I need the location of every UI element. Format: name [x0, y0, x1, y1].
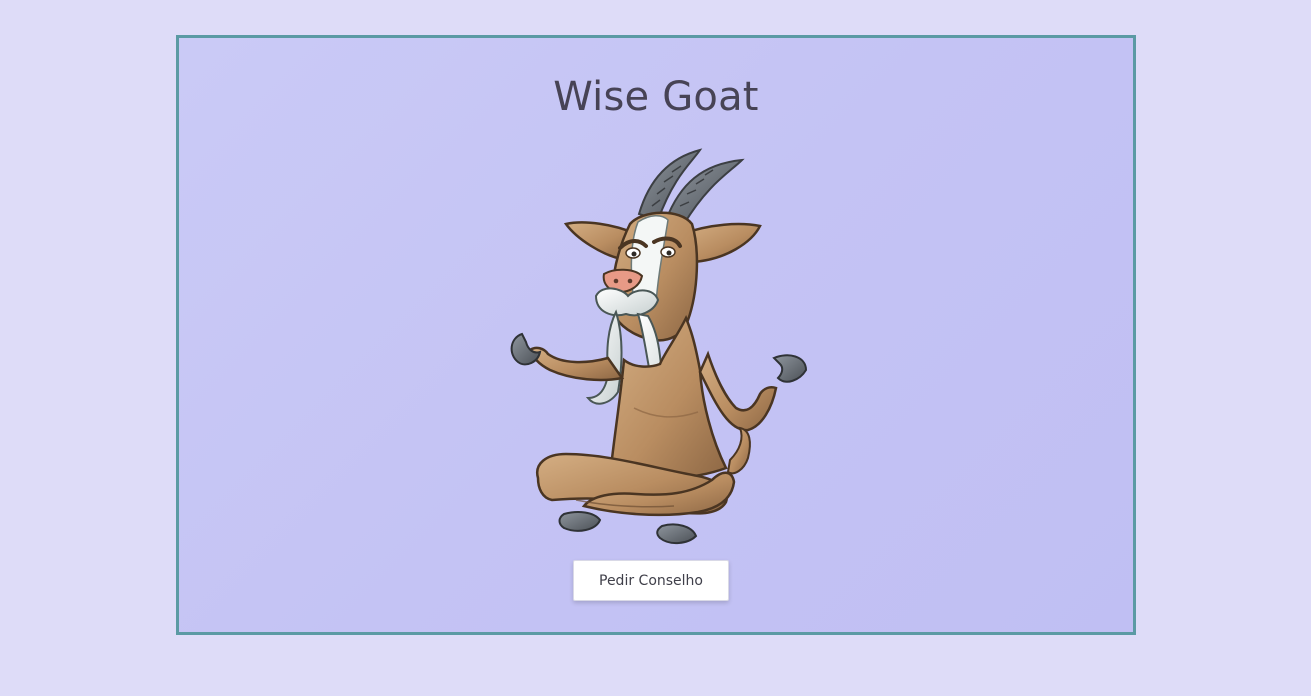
- ask-advice-button[interactable]: Pedir Conselho: [573, 560, 729, 601]
- main-card: Wise Goat Pedir Conselho: [176, 35, 1136, 635]
- page-title: Wise Goat: [553, 74, 759, 120]
- goat-illustration: [510, 148, 808, 544]
